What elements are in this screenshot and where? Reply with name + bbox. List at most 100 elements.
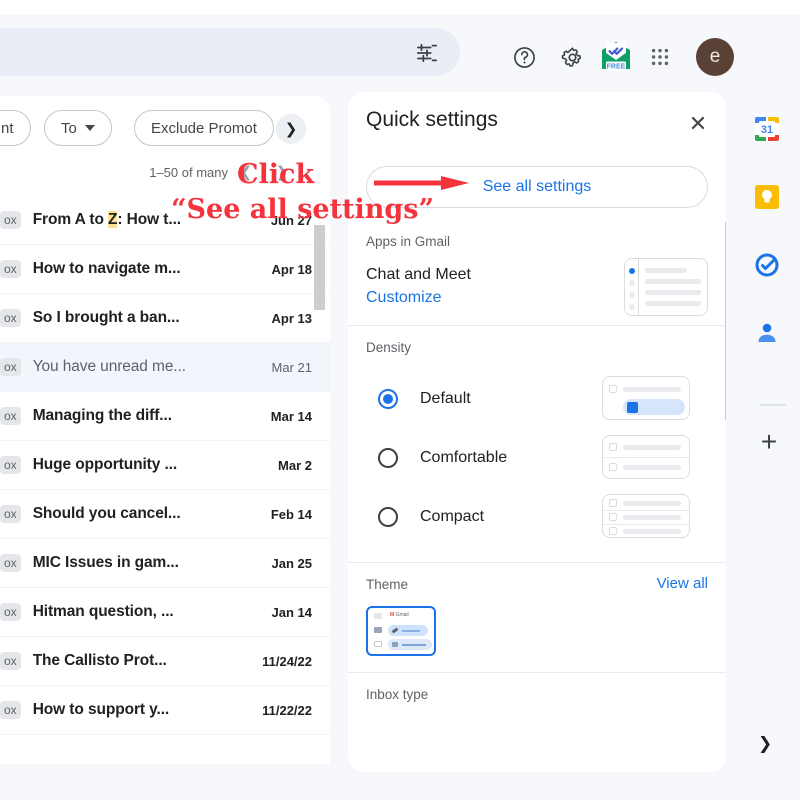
filter-chip-to[interactable]: To [44,110,112,146]
pagination-range: 1–50 of many [149,164,228,180]
quick-settings-scrollbar[interactable] [725,222,726,420]
mail-date: Feb 14 [270,506,312,522]
section-label: Density [366,340,412,356]
table-row[interactable]: ox Hitman question, ... Jan 14 [0,588,330,637]
chip-scroll-right-button[interactable]: ❯ [276,114,306,144]
mail-subject: You have unread me... [32,358,186,375]
close-icon[interactable]: ✕ [682,108,714,140]
filter-chip-exclude-promotions[interactable]: Exclude Promot [134,110,274,146]
avatar[interactable]: e [696,38,734,76]
table-row[interactable]: ox Huge opportunity ... Mar 2 [0,441,330,490]
theme-view-all-link[interactable]: View all [657,575,708,592]
radio-button[interactable] [378,447,398,468]
annotation-line-1: Click [237,159,315,190]
density-option-compact[interactable]: Compact [366,487,708,546]
mail-date: Apr 13 [271,310,312,326]
gear-icon[interactable] [548,33,596,81]
google-contacts-icon[interactable] [754,320,780,346]
table-row[interactable]: ox How to support y... 11/22/22 [0,686,330,735]
table-row[interactable]: ox Managing the diff... Mar 14 [0,392,330,441]
google-tasks-icon[interactable] [754,252,780,278]
mail-date: 11/22/22 [262,702,312,718]
chip-label: Exclude Promot [151,119,257,137]
mail-subject: Huge opportunity ... [32,456,178,473]
table-row[interactable]: ox Should you cancel... Feb 14 [0,490,330,539]
radio-button[interactable] [378,506,398,527]
table-row[interactable]: ox So I brought a ban... Apr 13 [0,294,330,343]
density-option-default[interactable]: Default [366,369,708,428]
mail-subject: So I brought a ban... [32,309,180,326]
window-top-strip [0,0,800,15]
label-chip: ox [0,309,21,327]
mail-tracker-free-icon[interactable]: FREE [596,37,636,77]
chip-label: To [61,119,77,137]
label-chip: ox [0,652,21,670]
label-chip: ox [0,407,21,425]
mail-subject: Hitman question, ... [32,603,174,620]
mail-subject: How to support y... [32,701,170,718]
search-input[interactable] [0,28,460,76]
label-chip: ox [0,554,21,572]
chip-label: nt [1,119,14,137]
chevron-right-icon[interactable]: ❯ [758,734,772,754]
mail-date: Mar 2 [278,457,312,473]
google-calendar-icon[interactable]: 31 [754,116,780,142]
label-chip: ox [0,701,21,719]
apps-in-gmail-section: Apps in Gmail Chat and Meet Customize [348,220,726,325]
table-row[interactable]: ox You have unread me... Mar 21 [0,343,330,392]
tune-icon[interactable] [414,42,440,64]
gmail-screenshot: FREE e nt To Exclude Promot ❯ 1–50 of ma… [0,0,800,800]
label-chip: ox [0,358,21,376]
mail-subject: MIC Issues in gam... [32,554,179,571]
filter-chip-row: nt To Exclude Promot ❯ [0,96,330,152]
theme-thumbnail-default[interactable]: M Gmail [366,606,436,657]
section-label: Inbox type [366,687,429,703]
annotation-line-2: “See all settings” [171,194,435,225]
mail-date: Jan 14 [271,604,312,620]
label-chip: ox [0,260,21,278]
density-section: Density Default Comfortable Compact [348,325,726,562]
mail-date: Mar 21 [271,359,312,375]
density-comfortable-thumbnail [602,435,690,480]
mail-date: Jan 25 [271,555,312,571]
radio-label: Compact [420,507,485,525]
mail-subject: The Callisto Prot... [32,652,167,669]
mail-list-scrollbar[interactable] [314,225,325,310]
radio-label: Comfortable [420,448,508,466]
red-arrow-icon [374,176,469,190]
table-row[interactable]: ox MIC Issues in gam... Jan 25 [0,539,330,588]
theme-brand-label: Gmail [395,612,409,619]
google-apps-grid-icon[interactable] [636,33,684,81]
inbox-type-section: Inbox type [348,672,726,718]
top-right-toolbar: FREE e [500,33,734,81]
mail-date: Mar 14 [270,408,312,424]
label-chip: ox [0,211,21,229]
page-title: Quick settings [366,108,498,131]
chat-meet-preview-thumbnail [624,258,708,316]
calendar-day-number: 31 [761,124,773,136]
chevron-down-icon [84,125,95,131]
help-icon[interactable] [500,33,548,81]
density-option-comfortable[interactable]: Comfortable [366,428,708,487]
label-chip: ox [0,505,21,523]
label-chip: ox [0,603,21,621]
mail-subject: How to navigate m... [32,260,181,277]
quick-settings-body: Apps in Gmail Chat and Meet Customize De… [348,220,726,718]
add-app-button[interactable]: + [756,428,782,456]
section-label: Apps in Gmail [366,234,451,249]
radio-label: Default [420,389,471,407]
theme-section: Theme View all M Gmail [348,562,726,672]
filter-chip-attachment[interactable]: nt [0,110,31,146]
mail-subject: Managing the diff... [32,407,172,424]
google-keep-icon[interactable] [754,184,780,210]
rail-divider [760,404,786,406]
mail-list: ox From A to Z: How t... Jun 27 ox How t… [0,196,330,735]
radio-button[interactable] [378,388,398,409]
quick-settings-header: Quick settings ✕ [348,92,726,156]
density-compact-thumbnail [602,494,690,539]
table-row[interactable]: ox How to navigate m... Apr 18 [0,245,330,294]
table-row[interactable]: ox The Callisto Prot... 11/24/22 [0,637,330,686]
mail-date: 11/24/22 [262,653,312,669]
svg-text:FREE: FREE [607,63,626,70]
search-highlight: Z [108,211,118,228]
